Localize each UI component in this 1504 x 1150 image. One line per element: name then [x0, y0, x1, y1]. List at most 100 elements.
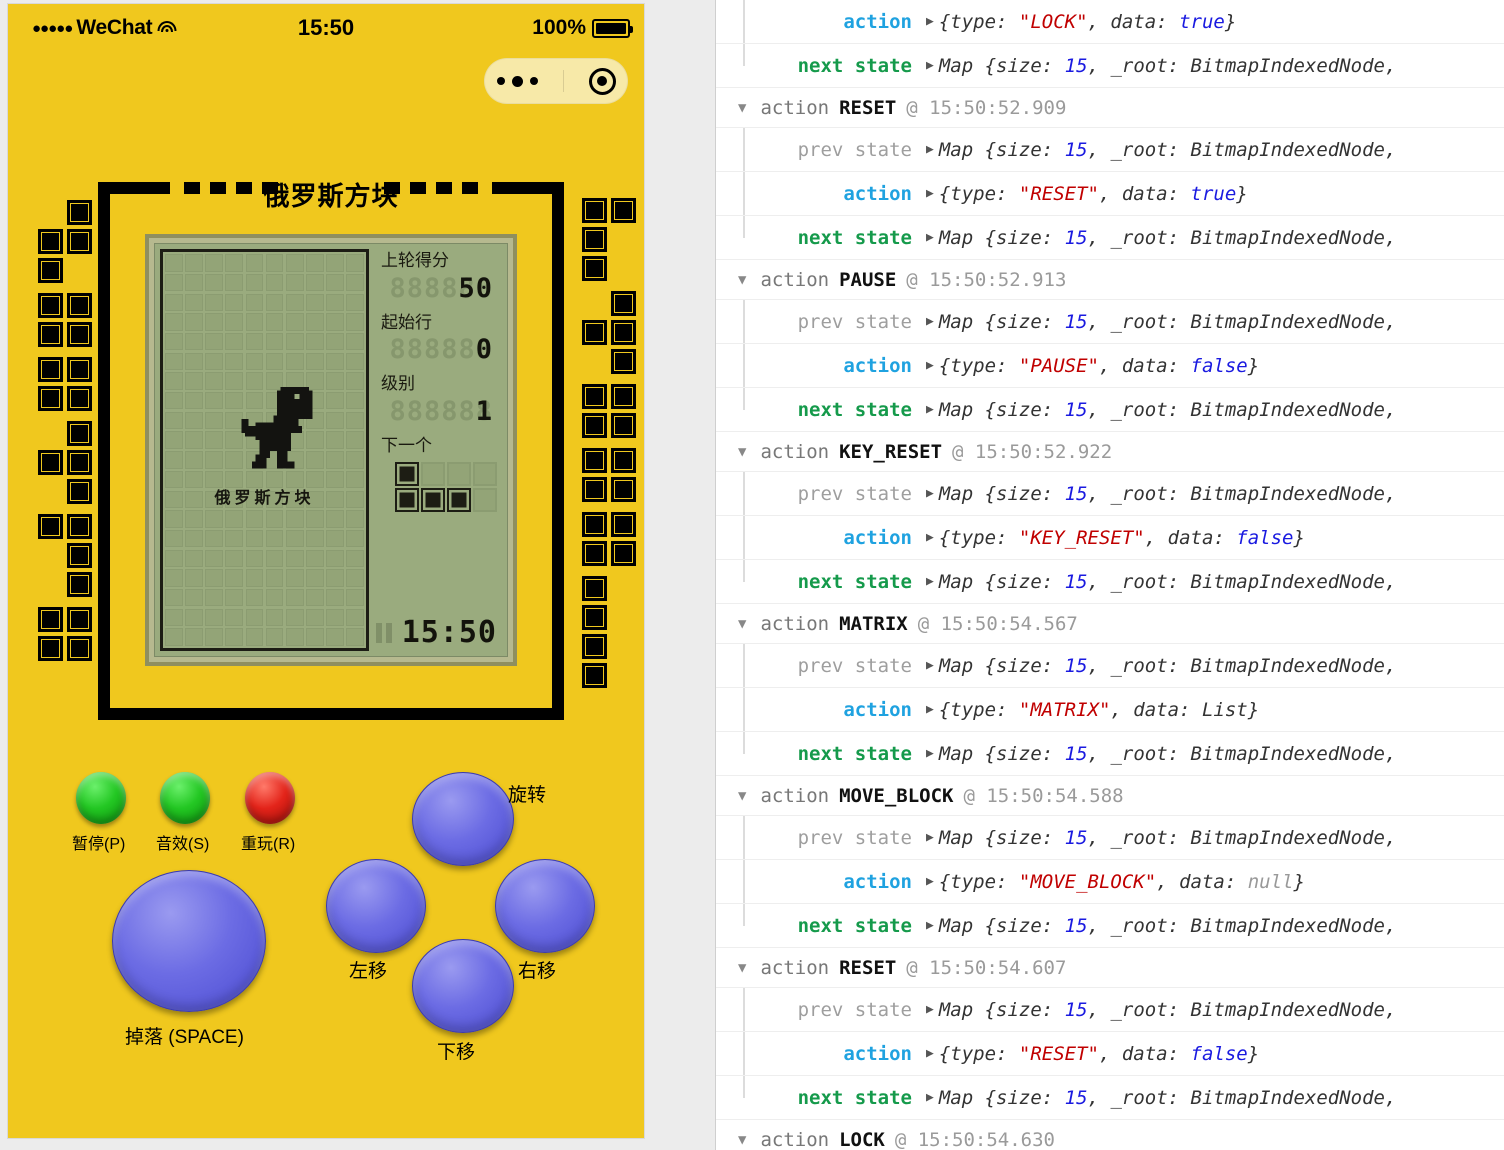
devtools-action-row[interactable]: action ▶ {type: "RESET", data: false}	[716, 1032, 1504, 1076]
matrix-cell	[325, 352, 345, 372]
devtools-action-row[interactable]: action ▶ {type: "RESET", data: true}	[716, 172, 1504, 216]
startline-display: 888888 0	[381, 334, 497, 368]
status-bar-left: ●●●●● WeChat	[32, 16, 177, 40]
devtools-row-value: Map {size: 15, _root: BitmapIndexedNode,	[938, 570, 1397, 593]
expand-arrow-icon[interactable]: ▶	[926, 658, 934, 673]
expand-arrow-icon[interactable]: ▶	[926, 1090, 934, 1105]
devtools-action-timestamp: @ 15:50:54.607	[906, 956, 1067, 979]
expand-arrow-icon[interactable]: ▶	[926, 918, 934, 933]
tetromino-block	[611, 448, 636, 473]
expand-arrow-icon[interactable]: ▶	[926, 702, 934, 717]
drop-button[interactable]	[112, 870, 266, 1012]
pause-button[interactable]	[76, 772, 126, 824]
matrix-cell	[345, 352, 365, 372]
matrix-cell	[224, 411, 244, 431]
devtools-state-row[interactable]: prev state ▶ Map {size: 15, _root: BitmapI…	[716, 988, 1504, 1032]
tetromino-block	[611, 512, 636, 537]
devtools-action-header[interactable]: ▼ action MOVE_BLOCK @ 15:50:54.588	[716, 776, 1504, 816]
devtools-action-row[interactable]: action ▶ {type: "MOVE_BLOCK", data: null}	[716, 860, 1504, 904]
devtools-state-row[interactable]: next state ▶ Map {size: 15, _root: BitmapI…	[716, 44, 1504, 88]
expand-arrow-icon[interactable]: ▶	[926, 14, 934, 29]
matrix-cell	[325, 627, 345, 647]
expand-arrow-icon[interactable]: ▶	[926, 314, 934, 329]
matrix-cell	[244, 470, 264, 490]
expand-arrow-icon[interactable]: ▶	[926, 530, 934, 545]
collapse-caret-icon[interactable]: ▼	[738, 272, 746, 288]
devtools-state-row[interactable]: prev state ▶ Map {size: 15, _root: BitmapI…	[716, 644, 1504, 688]
expand-arrow-icon[interactable]: ▶	[926, 142, 934, 157]
wechat-capsule[interactable]	[484, 58, 628, 104]
devtools-state-row[interactable]: next state ▶ Map {size: 15, _root: BitmapI…	[716, 560, 1504, 604]
move-down-button[interactable]	[412, 939, 514, 1033]
collapse-caret-icon[interactable]: ▼	[738, 960, 746, 976]
matrix-cell	[164, 430, 184, 450]
devtools-state-row[interactable]: next state ▶ Map {size: 15, _root: BitmapI…	[716, 388, 1504, 432]
matrix-cell	[224, 549, 244, 569]
tetromino-block	[611, 291, 636, 316]
rotate-button[interactable]	[412, 772, 514, 866]
devtools-state-row[interactable]: prev state ▶ Map {size: 15, _root: BitmapI…	[716, 816, 1504, 860]
matrix-cell	[164, 352, 184, 372]
matrix-cell	[224, 253, 244, 273]
devtools-state-row[interactable]: next state ▶ Map {size: 15, _root: BitmapI…	[716, 904, 1504, 948]
collapse-caret-icon[interactable]: ▼	[738, 1132, 746, 1148]
devtools-state-row[interactable]: next state ▶ Map {size: 15, _root: BitmapI…	[716, 216, 1504, 260]
devtools-action-header[interactable]: ▼ action RESET @ 15:50:54.607	[716, 948, 1504, 988]
expand-arrow-icon[interactable]: ▶	[926, 58, 934, 73]
devtools-action-row[interactable]: action ▶ {type: "LOCK", data: true}	[716, 0, 1504, 44]
collapse-caret-icon[interactable]: ▼	[738, 444, 746, 460]
expand-arrow-icon[interactable]: ▶	[926, 186, 934, 201]
matrix-cell	[244, 509, 264, 529]
expand-arrow-icon[interactable]: ▶	[926, 1002, 934, 1017]
expand-arrow-icon[interactable]: ▶	[926, 402, 934, 417]
collapse-caret-icon[interactable]: ▼	[738, 100, 746, 116]
devtools-state-row[interactable]: prev state ▶ Map {size: 15, _root: BitmapI…	[716, 472, 1504, 516]
move-left-button[interactable]	[326, 859, 426, 953]
expand-arrow-icon[interactable]: ▶	[926, 486, 934, 501]
matrix-cell	[204, 608, 224, 628]
matrix-cell	[305, 371, 325, 391]
reset-button[interactable]	[245, 772, 295, 824]
pause-icon	[375, 622, 392, 643]
matrix-cell	[224, 608, 244, 628]
decoration-right	[582, 198, 636, 698]
devtools-action-header[interactable]: ▼ action KEY_RESET @ 15:50:52.922	[716, 432, 1504, 472]
devtools-action-header[interactable]: ▼ action RESET @ 15:50:52.909	[716, 88, 1504, 128]
devtools-row-value: Map {size: 15, _root: BitmapIndexedNode,	[938, 654, 1397, 677]
devtools-state-row[interactable]: next state ▶ Map {size: 15, _root: BitmapI…	[716, 1076, 1504, 1120]
matrix-cell	[244, 588, 264, 608]
sound-button[interactable]	[160, 772, 210, 824]
devtools-row-label: action	[843, 354, 912, 377]
expand-arrow-icon[interactable]: ▶	[926, 574, 934, 589]
target-circle-icon[interactable]	[588, 67, 616, 95]
devtools-state-row[interactable]: next state ▶ Map {size: 15, _root: BitmapI…	[716, 732, 1504, 776]
matrix-cell	[305, 588, 325, 608]
expand-arrow-icon[interactable]: ▶	[926, 230, 934, 245]
matrix-cell	[244, 371, 264, 391]
matrix-cell	[224, 292, 244, 312]
devtools-row-value: Map {size: 15, _root: BitmapIndexedNode,	[938, 1086, 1397, 1109]
expand-arrow-icon[interactable]: ▶	[926, 830, 934, 845]
matrix-cell	[285, 627, 305, 647]
devtools-action-row[interactable]: action ▶ {type: "MATRIX", data: List}	[716, 688, 1504, 732]
collapse-caret-icon[interactable]: ▼	[738, 788, 746, 804]
move-right-button[interactable]	[495, 859, 595, 953]
expand-arrow-icon[interactable]: ▶	[926, 746, 934, 761]
more-dots-icon[interactable]	[496, 75, 538, 87]
devtools-state-row[interactable]: prev state ▶ Map {size: 15, _root: BitmapI…	[716, 300, 1504, 344]
expand-arrow-icon[interactable]: ▶	[926, 358, 934, 373]
devtools-state-row[interactable]: prev state ▶ Map {size: 15, _root: BitmapI…	[716, 128, 1504, 172]
matrix-cell	[345, 470, 365, 490]
matrix-cell	[305, 608, 325, 628]
expand-arrow-icon[interactable]: ▶	[926, 874, 934, 889]
devtools-action-row[interactable]: action ▶ {type: "PAUSE", data: false}	[716, 344, 1504, 388]
devtools-action-header[interactable]: ▼ action PAUSE @ 15:50:52.913	[716, 260, 1504, 300]
collapse-caret-icon[interactable]: ▼	[738, 616, 746, 632]
devtools-action-header[interactable]: ▼ action MATRIX @ 15:50:54.567	[716, 604, 1504, 644]
expand-arrow-icon[interactable]: ▶	[926, 1046, 934, 1061]
matrix-cell	[265, 627, 285, 647]
devtools-action-header[interactable]: ▼ action LOCK @ 15:50:54.630	[716, 1120, 1504, 1150]
devtools-action-row[interactable]: action ▶ {type: "KEY_RESET", data: false}	[716, 516, 1504, 560]
redux-devtools-panel[interactable]: action ▶ {type: "LOCK", data: true} next st…	[715, 0, 1504, 1150]
matrix-cell	[325, 470, 345, 490]
